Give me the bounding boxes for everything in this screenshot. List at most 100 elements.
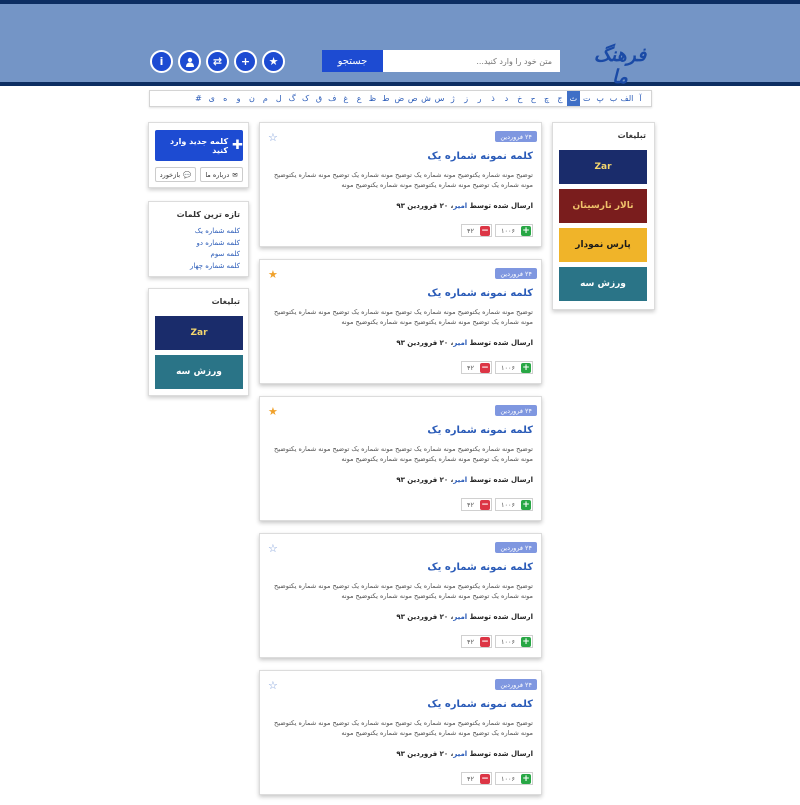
alphabet-letter[interactable]: ق [312, 91, 325, 106]
downvote-button[interactable]: ۴۲ − [461, 772, 492, 785]
ads-panel-right: تبلیغات Zar تالار تارسیتان پارس نمودار و… [552, 122, 655, 310]
downvote-button[interactable]: ۴۲ − [461, 635, 492, 648]
alphabet-letter[interactable]: خ [513, 91, 526, 106]
alphabet-letter[interactable]: ی [205, 91, 218, 106]
alphabet-letter[interactable]: الف [620, 91, 633, 106]
favorite-star-icon[interactable]: ☆ [268, 543, 278, 554]
alphabet-letter[interactable]: س [433, 91, 446, 106]
ad-banner[interactable]: پارس نمودار [559, 228, 647, 262]
alphabet-letter[interactable]: ل [272, 91, 285, 106]
word-meta: ارسال شده توسط امیر، ۲۰ فروردین ۹۳ [396, 613, 533, 621]
alphabet-letter[interactable]: ج [553, 91, 566, 106]
alphabet-letter[interactable]: ژ [446, 91, 459, 106]
search-button[interactable]: جستجو [322, 50, 383, 72]
about-button[interactable]: ✉ درباره ما [200, 167, 243, 182]
author-link[interactable]: امیر [453, 202, 467, 210]
alphabet-letter[interactable]: ع [352, 91, 365, 106]
alphabet-letter[interactable]: ض [393, 91, 406, 106]
ad-banner[interactable]: Zar [155, 316, 243, 350]
ads-title: تبلیغات [617, 131, 646, 140]
ad-banner[interactable]: ورزش سه [155, 355, 243, 389]
author-link[interactable]: امیر [453, 750, 467, 758]
downvote-count: ۴۲ [467, 500, 474, 509]
alphabet-letter[interactable]: ت [580, 91, 593, 106]
word-title[interactable]: کلمه نمونه شماره یک [427, 288, 533, 299]
word-meta: ارسال شده توسط امیر، ۲۰ فروردین ۹۳ [396, 476, 533, 484]
favorite-star-icon[interactable]: ☆ [268, 680, 278, 691]
alphabet-letter[interactable]: ز [460, 91, 473, 106]
author-link[interactable]: امیر [453, 339, 467, 347]
minus-icon: − [480, 225, 490, 236]
date-badge: ۲۴ فروردین [495, 542, 537, 553]
word-title[interactable]: کلمه نمونه شماره یک [427, 425, 533, 436]
feedback-button[interactable]: 💬 بازخورد [155, 167, 196, 182]
author-link[interactable]: امیر [453, 476, 467, 484]
favorite-star-icon[interactable]: ☆ [268, 132, 278, 143]
ad-banner[interactable]: ورزش سه [559, 267, 647, 301]
alphabet-letter[interactable]: ب [607, 91, 620, 106]
site-logo[interactable]: فرهنگ ما [588, 44, 652, 88]
info-icon: i [159, 55, 164, 68]
alphabet-letter[interactable]: ح [526, 91, 539, 106]
downvote-button[interactable]: ۴۲ − [461, 224, 492, 237]
word-description: توضیح مونه شماره یکتوضیح مونه شماره یک ت… [274, 719, 533, 737]
downvote-count: ۴۲ [467, 226, 474, 235]
recent-word-link[interactable]: کلمه شماره چهار [190, 261, 240, 273]
word-meta: ارسال شده توسط امیر، ۲۰ فروردین ۹۳ [396, 750, 533, 758]
recent-words-panel: تازه ترین کلمات کلمه شماره یک کلمه شماره… [148, 201, 249, 277]
upvote-count: ۱۰۰۶ [501, 363, 515, 372]
search-input[interactable] [383, 50, 560, 72]
word-description: توضیح مونه شماره یکتوضیح مونه شماره یک ت… [274, 582, 533, 600]
author-link[interactable]: امیر [453, 613, 467, 621]
info-button[interactable]: i [150, 50, 173, 73]
alphabet-letter[interactable]: ک [299, 91, 312, 106]
downvote-button[interactable]: ۴۲ − [461, 498, 492, 511]
downvote-button[interactable]: ۴۲ − [461, 361, 492, 374]
alphabet-letter[interactable]: گ [285, 91, 298, 106]
recent-word-link[interactable]: کلمه شماره یک [190, 226, 240, 238]
alphabet-letter[interactable]: غ [339, 91, 352, 106]
recent-word-link[interactable]: کلمه سوم [190, 249, 241, 261]
alphabet-letter[interactable]: ه [219, 91, 232, 106]
word-card: ۲۴ فروردین ★ کلمه نمونه شماره یک توضیح م… [259, 396, 542, 521]
sent-by-label: ارسال شده توسط [469, 750, 533, 758]
favorite-star-icon[interactable]: ★ [268, 269, 278, 280]
alphabet-letter[interactable]: چ [540, 91, 553, 106]
word-description: توضیح مونه شماره یکتوضیح مونه شماره یک ت… [274, 445, 533, 463]
alphabet-letter[interactable]: # [192, 91, 205, 106]
alphabet-letter[interactable]: ذ [486, 91, 499, 106]
alphabet-letter[interactable]: ط [379, 91, 392, 106]
alphabet-letter[interactable]: ر [473, 91, 486, 106]
alphabet-letter[interactable]: د [500, 91, 513, 106]
upvote-button[interactable]: ۱۰۰۶ + [495, 224, 533, 237]
alphabet-bar: آ الف ب پ ت ث ج چ ح خ د ذ ر ز ژ س ش ص ض ط ظ ع غ ف ق ک گ ل م ن و ه ی # [149, 90, 652, 107]
add-button[interactable]: + [234, 50, 257, 73]
ad-banner[interactable]: Zar [559, 150, 647, 184]
alphabet-letter[interactable]: ص [406, 91, 419, 106]
alphabet-letter[interactable]: ث [566, 91, 581, 106]
random-word-button[interactable]: ⇄ [206, 50, 229, 73]
word-title[interactable]: کلمه نمونه شماره یک [427, 699, 533, 710]
user-button[interactable] [178, 50, 201, 73]
upvote-button[interactable]: ۱۰۰۶ + [495, 361, 533, 374]
alphabet-letter[interactable]: ش [419, 91, 432, 106]
alphabet-letter[interactable]: آ [634, 91, 647, 106]
add-word-button[interactable]: ✚ کلمه جدید وارد کنید [155, 130, 243, 161]
alphabet-letter[interactable]: و [232, 91, 245, 106]
plus-icon: + [521, 499, 531, 510]
alphabet-letter[interactable]: ظ [366, 91, 379, 106]
alphabet-letter[interactable]: ن [245, 91, 258, 106]
favorite-star-icon[interactable]: ★ [268, 406, 278, 417]
upvote-button[interactable]: ۱۰۰۶ + [495, 772, 533, 785]
word-meta: ارسال شده توسط امیر، ۲۰ فروردین ۹۳ [396, 202, 533, 210]
ad-banner[interactable]: تالار تارسیتان [559, 189, 647, 223]
word-title[interactable]: کلمه نمونه شماره یک [427, 562, 533, 573]
upvote-button[interactable]: ۱۰۰۶ + [495, 635, 533, 648]
recent-word-link[interactable]: کلمه شماره دو [190, 238, 241, 250]
alphabet-letter[interactable]: م [259, 91, 272, 106]
upvote-button[interactable]: ۱۰۰۶ + [495, 498, 533, 511]
favorites-button[interactable]: ★ [262, 50, 285, 73]
alphabet-letter[interactable]: ف [326, 91, 339, 106]
word-title[interactable]: کلمه نمونه شماره یک [427, 151, 533, 162]
alphabet-letter[interactable]: پ [593, 91, 606, 106]
